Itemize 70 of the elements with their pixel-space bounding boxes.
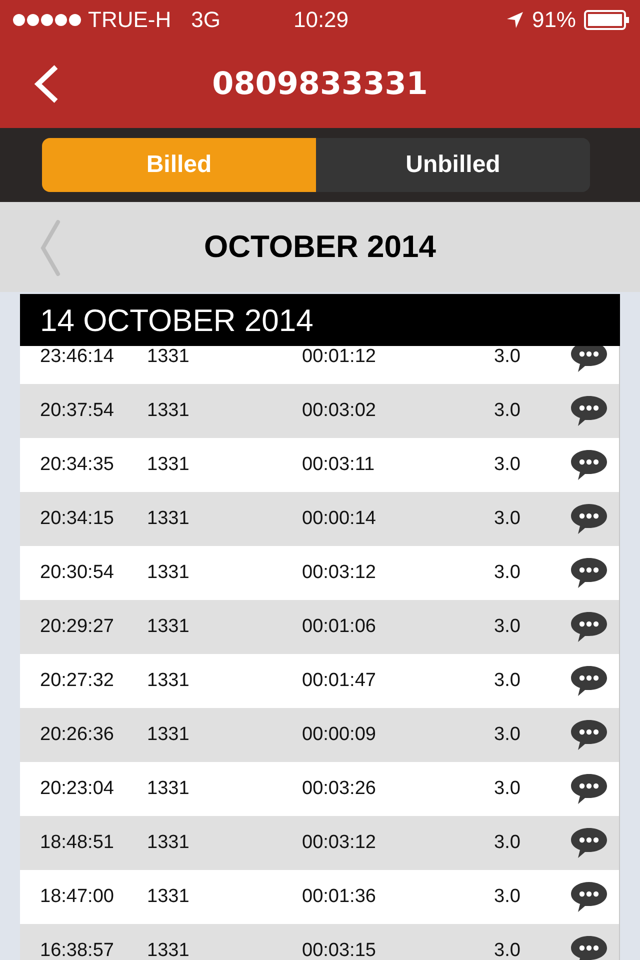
chat-bubble-icon[interactable]	[570, 934, 608, 960]
called-number: 1331	[147, 400, 190, 422]
location-icon	[506, 11, 524, 29]
call-duration: 00:01:47	[302, 670, 377, 692]
call-time: 20:34:15	[40, 508, 115, 530]
chat-bubble-icon[interactable]	[570, 826, 608, 860]
call-time: 20:23:04	[40, 778, 115, 800]
call-time: 20:30:54	[40, 562, 115, 584]
call-charge: 3.0	[494, 508, 522, 530]
battery-percent: 91%	[532, 7, 576, 33]
call-time: 20:26:36	[40, 724, 115, 746]
call-duration: 00:03:12	[302, 832, 377, 854]
called-number: 1331	[147, 724, 190, 746]
called-number: 1331	[147, 778, 190, 800]
call-duration: 00:01:36	[302, 886, 377, 908]
call-time: 18:48:51	[40, 832, 115, 854]
call-duration: 00:03:15	[302, 940, 377, 960]
called-number: 1331	[147, 940, 190, 960]
call-time: 20:34:35	[40, 454, 115, 476]
call-charge: 3.0	[494, 454, 522, 476]
call-time: 20:29:27	[40, 616, 115, 638]
call-charge: 3.0	[494, 616, 522, 638]
call-charge: 3.0	[494, 562, 522, 584]
month-title: OCTOBER 2014	[204, 229, 436, 265]
call-duration: 00:00:09	[302, 724, 377, 746]
called-number: 1331	[147, 508, 190, 530]
called-number: 1331	[147, 346, 190, 368]
called-number: 1331	[147, 454, 190, 476]
called-number: 1331	[147, 832, 190, 854]
battery-icon	[584, 10, 630, 30]
phone-number-title: 0809833331	[212, 66, 428, 102]
chat-bubble-icon[interactable]	[570, 772, 608, 806]
call-duration: 00:01:12	[302, 346, 377, 368]
chat-bubble-icon[interactable]	[570, 502, 608, 536]
call-time: 16:38:57	[40, 940, 115, 960]
call-time: 20:27:32	[40, 670, 115, 692]
signal-icon	[12, 13, 82, 27]
chat-bubble-icon[interactable]	[570, 448, 608, 482]
call-duration: 00:03:02	[302, 400, 377, 422]
chat-bubble-icon[interactable]	[570, 346, 608, 374]
call-charge: 3.0	[494, 400, 522, 422]
chat-bubble-icon[interactable]	[570, 664, 608, 698]
call-duration: 00:01:06	[302, 616, 377, 638]
chat-bubble-icon[interactable]	[570, 880, 608, 914]
call-charge: 3.0	[494, 724, 522, 746]
chat-bubble-icon[interactable]	[570, 610, 608, 644]
chat-bubble-icon[interactable]	[570, 556, 608, 590]
called-number: 1331	[147, 616, 190, 638]
network-type: 3G	[191, 7, 220, 33]
chat-bubble-icon[interactable]	[570, 394, 608, 428]
call-duration: 00:00:14	[302, 508, 377, 530]
carrier-name: TRUE-H	[88, 7, 172, 33]
call-charge: 3.0	[494, 346, 522, 368]
call-charge: 3.0	[494, 940, 522, 960]
call-time: 20:37:54	[40, 400, 115, 422]
called-number: 1331	[147, 670, 190, 692]
called-number: 1331	[147, 562, 190, 584]
chat-bubble-icon[interactable]	[570, 718, 608, 752]
call-time: 23:46:14	[40, 346, 115, 368]
call-time: 18:47:00	[40, 886, 115, 908]
clock-time: 10:29	[293, 7, 349, 32]
called-number: 1331	[147, 886, 190, 908]
call-charge: 3.0	[494, 670, 522, 692]
call-duration: 00:03:26	[302, 778, 377, 800]
call-charge: 3.0	[494, 832, 522, 854]
call-charge: 3.0	[494, 886, 522, 908]
call-duration: 00:03:12	[302, 562, 377, 584]
call-charge: 3.0	[494, 778, 522, 800]
call-duration: 00:03:11	[302, 454, 376, 476]
date-header: 14 OCTOBER 2014	[20, 294, 620, 346]
